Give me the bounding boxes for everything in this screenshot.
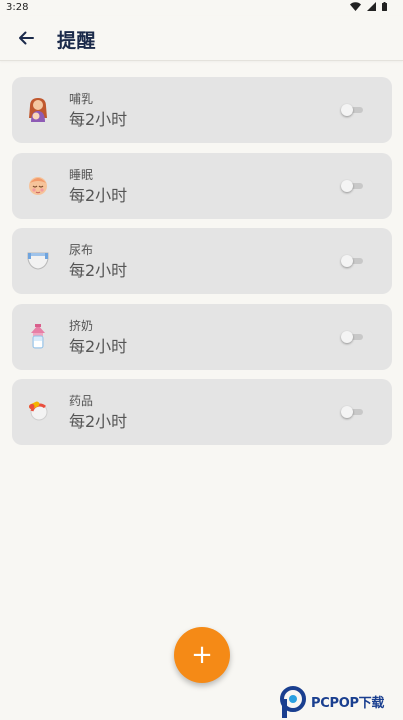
reminder-name: 药品 <box>69 394 94 409</box>
reminder-list: 哺乳 每2小时 睡眠 每2小时 尿布 每2小时 挤奶 每2小时 药品 每2小时 <box>12 77 392 455</box>
battery-icon <box>382 2 387 11</box>
toggle-thumb <box>341 406 353 419</box>
pcpop-logo-icon <box>280 685 306 718</box>
app-bar: 提醒 <box>0 16 403 61</box>
reminder-name: 尿布 <box>69 243 94 258</box>
breastfeeding-icon <box>25 96 51 122</box>
page-title: 提醒 <box>57 30 97 52</box>
add-reminder-button[interactable]: + <box>174 627 230 683</box>
reminder-card-pumping[interactable]: 挤奶 每2小时 <box>12 303 392 370</box>
sleeping-baby-icon <box>25 172 51 198</box>
toggle-thumb <box>341 179 353 192</box>
toggle-thumb <box>341 255 353 268</box>
reminder-name: 挤奶 <box>69 318 94 333</box>
arrow-back-icon <box>19 31 34 45</box>
reminder-toggle[interactable] <box>341 330 363 343</box>
status-bar: 3:28 <box>0 0 403 16</box>
status-icons <box>350 2 387 11</box>
breast-pump-bottle-icon <box>25 323 51 349</box>
reminder-toggle[interactable] <box>341 406 363 419</box>
reminder-interval: 每2小时 <box>69 336 128 356</box>
toggle-thumb <box>341 104 353 116</box>
reminder-interval: 每2小时 <box>69 412 128 432</box>
reminder-toggle[interactable] <box>341 255 363 268</box>
plus-icon: + <box>191 640 213 670</box>
reminder-card-breastfeeding[interactable]: 哺乳 每2小时 <box>12 77 392 143</box>
watermark-text: PCPOP下载 <box>311 696 385 711</box>
reminder-toggle[interactable] <box>341 104 363 116</box>
reminder-interval: 每2小时 <box>69 110 128 129</box>
reminder-interval: 每2小时 <box>69 261 128 281</box>
status-time: 3:28 <box>6 2 29 13</box>
toggle-thumb <box>341 330 353 343</box>
reminder-card-sleep[interactable]: 睡眠 每2小时 <box>12 152 392 219</box>
reminder-name: 睡眠 <box>69 167 94 182</box>
diaper-icon <box>25 247 51 273</box>
back-button[interactable] <box>12 24 40 52</box>
signal-icon <box>367 2 376 11</box>
medicine-icon <box>25 398 51 424</box>
reminder-toggle[interactable] <box>341 179 363 192</box>
reminder-interval: 每2小时 <box>69 185 128 205</box>
reminder-name: 哺乳 <box>69 92 94 106</box>
wifi-icon <box>350 2 361 11</box>
reminder-card-diaper[interactable]: 尿布 每2小时 <box>12 228 392 295</box>
reminder-card-medicine[interactable]: 药品 每2小时 <box>12 379 392 446</box>
watermark: PCPOP下载 <box>279 683 403 720</box>
